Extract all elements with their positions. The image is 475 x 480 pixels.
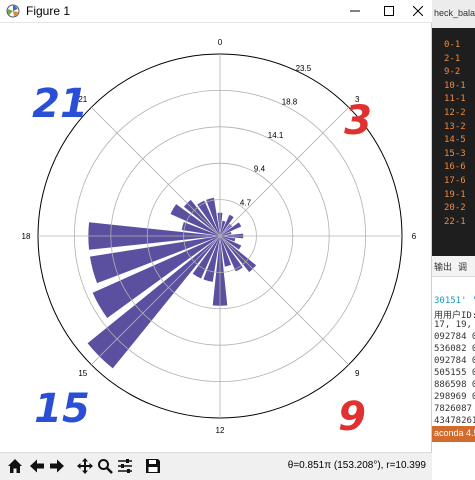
close-icon bbox=[413, 6, 423, 16]
minimize-icon bbox=[350, 10, 360, 12]
forward-button[interactable] bbox=[48, 457, 66, 475]
theta-gridline bbox=[219, 235, 349, 365]
code-line: 13-2 bbox=[444, 121, 466, 132]
handwritten-annotation: 15 bbox=[34, 386, 90, 432]
debug-tab[interactable]: 调 bbox=[458, 260, 467, 273]
output-line: 30151' ' bbox=[434, 296, 475, 306]
handwritten-annotation: 21 bbox=[32, 81, 88, 127]
code-line: 11-1 bbox=[444, 94, 466, 105]
output-line: 7826087 bbox=[434, 404, 472, 414]
output-line: 092784 0 bbox=[434, 356, 475, 366]
r-tick-label: 18.8 bbox=[282, 98, 298, 107]
title-bar: Figure 1 bbox=[0, 0, 432, 23]
output-line: 298969 0 bbox=[434, 392, 475, 402]
matplotlib-logo-icon bbox=[6, 4, 20, 18]
code-line: 10-1 bbox=[444, 80, 466, 91]
figure-window: Figure 1 0 3 6 9 12 15 18 21 4.7 9.4 14.1 18.8 23.5 … bbox=[0, 0, 432, 480]
back-icon bbox=[30, 459, 44, 473]
editor-tab-label: heck_bala bbox=[434, 8, 475, 18]
theta-tick-label: 0 bbox=[218, 38, 223, 47]
output-line: 536082 0 bbox=[434, 344, 475, 354]
output-line: 092784 0 bbox=[434, 332, 475, 342]
home-button[interactable] bbox=[6, 457, 24, 475]
save-icon bbox=[146, 459, 160, 473]
theta-tick-label: 18 bbox=[22, 232, 31, 241]
pan-button[interactable] bbox=[76, 457, 94, 475]
window-title: Figure 1 bbox=[26, 4, 71, 18]
r-tick-label: 23.5 bbox=[296, 64, 312, 73]
minimize-button[interactable] bbox=[338, 0, 372, 22]
home-icon bbox=[8, 459, 22, 473]
background-ide-window: heck_bala 0-1 2-1 9-2 10-1 11-1 12-2 13-2 14-5 1… bbox=[432, 0, 475, 480]
r-tick-label: 9.4 bbox=[254, 165, 266, 174]
polar-chart: 0369121518214.79.414.118.823.5 21 315 9 bbox=[22, 38, 417, 440]
back-button[interactable] bbox=[28, 457, 46, 475]
code-line: 15-3 bbox=[444, 148, 466, 159]
save-button[interactable] bbox=[144, 457, 162, 475]
maximize-button[interactable] bbox=[372, 0, 406, 22]
close-button[interactable] bbox=[404, 0, 432, 22]
output-tab[interactable]: 输出 bbox=[434, 260, 452, 273]
zoom-icon bbox=[98, 459, 113, 474]
code-line: 9-2 bbox=[444, 67, 461, 78]
code-line: 22-1 bbox=[444, 216, 466, 227]
output-panel-header: 输出 调 bbox=[432, 256, 475, 277]
navigation-toolbar: θ=0.851π (153.208°), r=10.399 bbox=[0, 452, 432, 480]
code-line: 17-6 bbox=[444, 176, 466, 186]
output-line: 886598 0 bbox=[434, 380, 475, 390]
theta-tick-label: 6 bbox=[412, 232, 417, 241]
configure-subplots-button[interactable] bbox=[116, 457, 134, 475]
pan-icon bbox=[77, 458, 93, 474]
code-line: 12-2 bbox=[444, 108, 466, 118]
output-line: 17, 19, bbox=[434, 320, 472, 330]
output-line: 505155 0 bbox=[434, 368, 475, 378]
code-line: 20-2 bbox=[444, 203, 466, 214]
code-line: 0-1 bbox=[444, 40, 461, 50]
forward-icon bbox=[50, 459, 64, 473]
status-text: aconda 4.5 bbox=[434, 428, 475, 438]
r-tick-label: 14.1 bbox=[268, 131, 284, 140]
ide-bottom-area bbox=[432, 442, 475, 480]
theta-tick-label: 12 bbox=[216, 426, 225, 435]
handwritten-annotation: 3 bbox=[344, 98, 372, 144]
cursor-coordinates: θ=0.851π (153.208°), r=10.399 bbox=[287, 460, 426, 471]
theta-tick-label: 15 bbox=[78, 369, 87, 378]
code-line: 16-6 bbox=[444, 162, 466, 173]
theta-gridline bbox=[219, 107, 349, 237]
theta-gridline bbox=[91, 107, 221, 237]
status-bar: aconda 4.5 bbox=[432, 426, 475, 442]
theta-tick-label: 9 bbox=[355, 369, 360, 378]
maximize-icon bbox=[384, 6, 394, 16]
code-line: 14-5 bbox=[444, 135, 466, 146]
figure-canvas[interactable]: 0 3 6 9 12 15 18 21 4.7 9.4 14.1 18.8 23.5 21 3 15 9 bbox=[0, 22, 432, 452]
configure-icon bbox=[118, 459, 132, 473]
handwritten-annotation: 9 bbox=[338, 394, 366, 440]
code-line: 2-1 bbox=[444, 53, 461, 64]
output-line: 43478261 bbox=[434, 416, 475, 426]
editor-tab-strip[interactable]: heck_bala bbox=[432, 0, 475, 28]
r-tick-label: 4.7 bbox=[240, 198, 252, 207]
code-line: 19-1 bbox=[444, 189, 466, 200]
zoom-button[interactable] bbox=[96, 457, 114, 475]
